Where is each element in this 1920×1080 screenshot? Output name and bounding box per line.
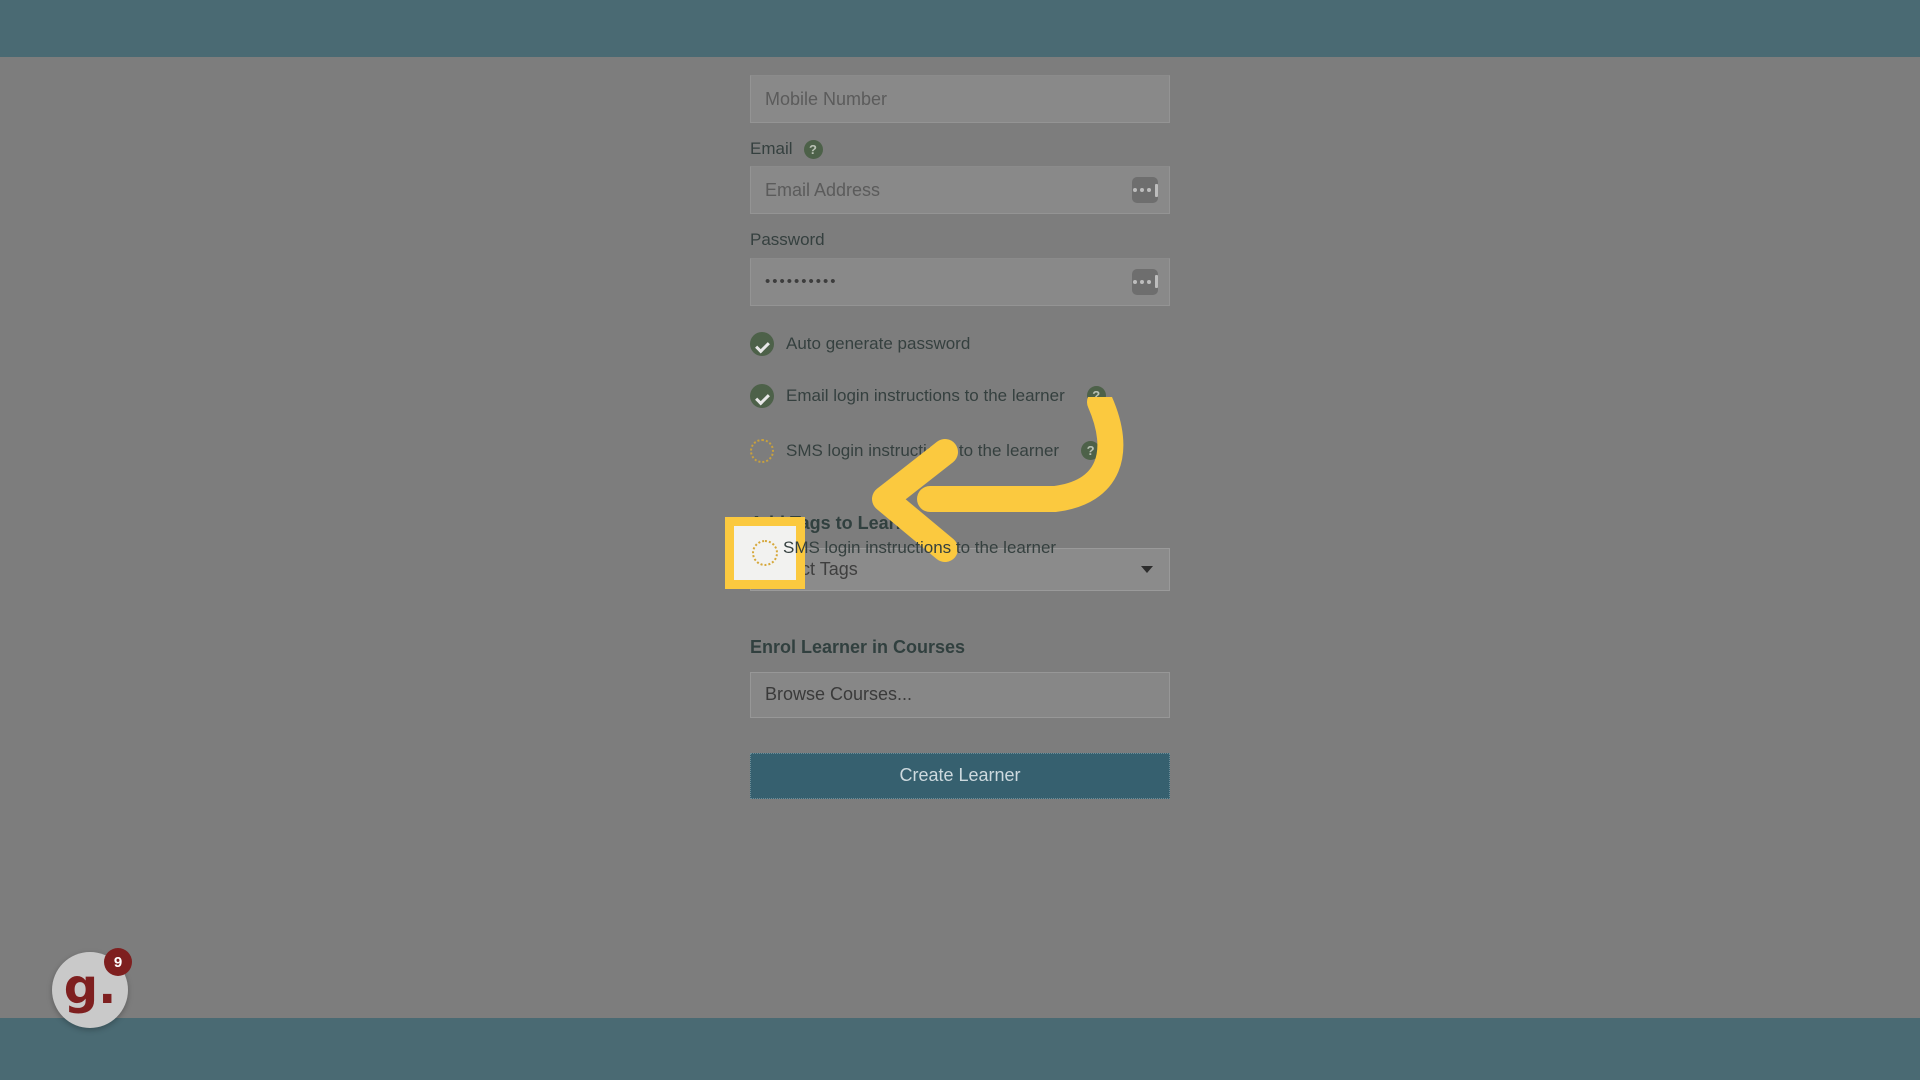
page-overlay: Mobile Number Email ? Email Address Pass… bbox=[0, 57, 1920, 1028]
check-circle-icon[interactable] bbox=[750, 331, 774, 356]
password-label: Password bbox=[750, 230, 825, 250]
create-learner-form: Mobile Number Email ? Email Address Pass… bbox=[750, 57, 1170, 799]
browse-courses-value: Browse Courses... bbox=[765, 684, 913, 705]
checkbox-row-sms-login-instructions[interactable]: SMS login instructions to the learner ? bbox=[750, 435, 1170, 467]
mobile-number-input[interactable]: Mobile Number bbox=[750, 75, 1170, 123]
empty-circle-icon[interactable] bbox=[750, 438, 774, 463]
email-placeholder: Email Address bbox=[765, 179, 881, 200]
email-label: Email bbox=[750, 139, 793, 158]
checkbox-row-email-login-instructions[interactable]: Email login instructions to the learner … bbox=[750, 380, 1170, 412]
check-circle-icon[interactable] bbox=[750, 383, 774, 408]
highlighted-checkbox-label-overlay: SMS login instructions to the learner bbox=[783, 538, 1057, 557]
mobile-number-placeholder: Mobile Number bbox=[765, 88, 888, 109]
password-value: •••••••••• bbox=[765, 273, 838, 291]
unread-count-badge: 9 bbox=[104, 948, 132, 976]
chat-support-widget[interactable]: g. 9 bbox=[52, 948, 132, 1028]
chevron-down-icon bbox=[1141, 566, 1153, 574]
top-app-bar bbox=[0, 0, 1920, 57]
checkbox-label: Email login instructions to the learner bbox=[786, 385, 1065, 405]
browse-courses-input[interactable]: Browse Courses... bbox=[750, 671, 1170, 718]
email-input[interactable]: Email Address bbox=[750, 166, 1170, 215]
enrol-courses-section-title: Enrol Learner in Courses bbox=[750, 636, 966, 657]
question-mark-circle-icon[interactable]: ? bbox=[803, 139, 823, 159]
question-mark-circle-icon[interactable]: ? bbox=[1081, 441, 1101, 461]
create-learner-button[interactable]: Create Learner bbox=[750, 752, 1170, 799]
autofill-ellipsis-icon[interactable] bbox=[1132, 177, 1158, 204]
checkbox-label: Auto generate password bbox=[786, 333, 971, 353]
password-input[interactable]: •••••••••• bbox=[750, 257, 1170, 306]
email-label-row: Email ? bbox=[750, 139, 1170, 159]
password-label-row: Password bbox=[750, 230, 1170, 250]
empty-circle-icon-highlighted[interactable] bbox=[752, 540, 778, 566]
autofill-ellipsis-icon[interactable] bbox=[1132, 268, 1158, 295]
bottom-app-bar bbox=[0, 1018, 1920, 1080]
question-mark-circle-icon[interactable]: ? bbox=[1086, 386, 1106, 406]
checkbox-row-auto-generate-password[interactable]: Auto generate password bbox=[750, 328, 1170, 360]
add-tags-section-title: Add Tags to Learner bbox=[750, 512, 924, 533]
checkbox-label: SMS login instructions to the learner bbox=[786, 440, 1060, 460]
